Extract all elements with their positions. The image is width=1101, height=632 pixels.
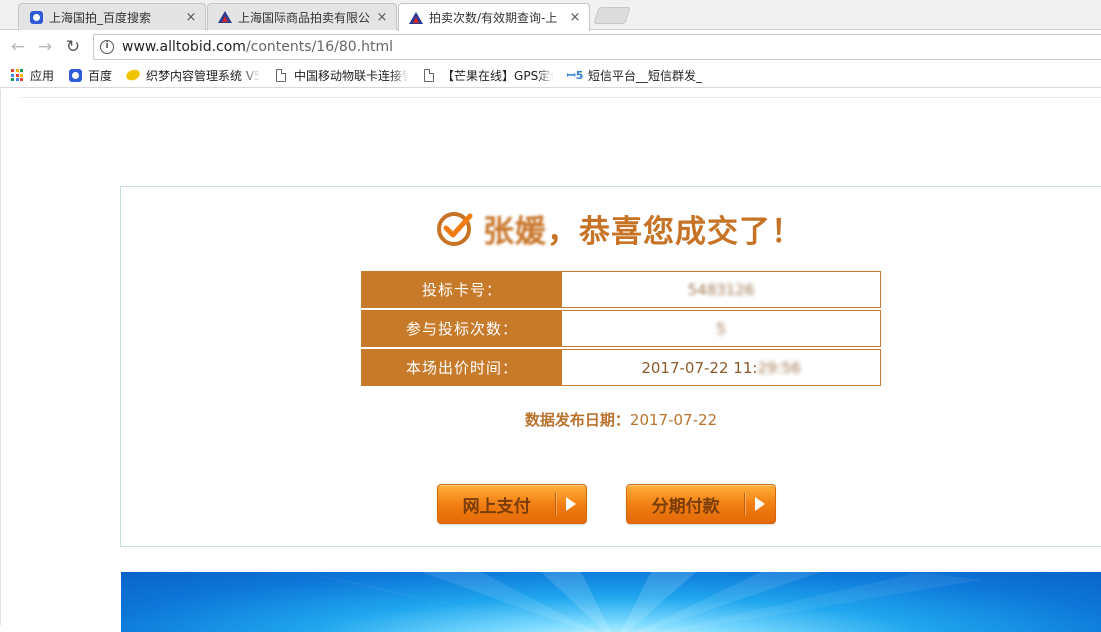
online-pay-button[interactable]: 网上支付 xyxy=(437,484,587,524)
bid-card-value: 54 83126 xyxy=(687,280,755,299)
divider xyxy=(21,97,1101,98)
bid-time-value: 2017-07-22 11: 29:56 xyxy=(641,358,801,377)
installment-button[interactable]: 分期付款 xyxy=(626,484,776,524)
reload-icon[interactable]: ↻ xyxy=(63,37,83,57)
installment-label: 分期付款 xyxy=(651,496,720,517)
bid-count-row: 参与投标次数： 5 xyxy=(361,310,881,347)
url-text[interactable]: www.alltobid.com/contents/16/80.html xyxy=(122,39,393,55)
address-toolbar: ← → ↻ i www.alltobid.com/contents/16/80.… xyxy=(0,31,1101,63)
publish-date: 数据发布日期：2017-07-22 xyxy=(361,409,881,430)
address-bar[interactable]: i www.alltobid.com/contents/16/80.html xyxy=(93,34,1101,60)
promo-banner xyxy=(121,572,1101,632)
tab-auction-query[interactable]: 拍卖次数/有效期查询-上 × xyxy=(398,3,590,31)
close-icon[interactable]: × xyxy=(376,10,388,25)
bookmark-iot-card[interactable]: 中国移动物联卡连接管 xyxy=(274,67,408,84)
online-pay-label: 网上支付 xyxy=(462,496,531,517)
bid-card-row: 投标卡号： 54 83126 xyxy=(361,271,881,308)
baidu-paw-icon xyxy=(68,68,82,82)
alltobid-logo-icon xyxy=(409,11,423,25)
tab-title: 上海国际商品拍卖有限公 xyxy=(238,10,370,25)
back-arrow-icon[interactable]: ← xyxy=(8,37,28,57)
bid-count-value: 5 xyxy=(716,319,726,338)
bookmark-apps[interactable]: 应用 xyxy=(10,67,54,84)
sms-logo-icon: ꟷ5 xyxy=(566,68,584,82)
result-heading: 张媛，恭喜您成交了！ xyxy=(435,205,803,251)
check-circle-icon xyxy=(437,212,473,246)
play-arrow-icon xyxy=(745,485,775,523)
bookmarks-bar: 应用 百度 织梦内容管理系统 V5 中国移动物联卡连接管 【芒果在线】GPS定位… xyxy=(0,63,1101,88)
publish-date-value: 2017-07-22 xyxy=(629,411,718,429)
bid-time-label: 本场出价时间： xyxy=(362,350,562,385)
congrats-text: ，恭喜您成交了！ xyxy=(547,213,803,250)
new-tab-button[interactable] xyxy=(593,7,631,24)
bookmark-mango-gps[interactable]: 【芒果在线】GPS定位 xyxy=(422,67,554,84)
tab-title: 上海国拍_百度搜索 xyxy=(49,10,152,25)
publish-date-label: 数据发布日期： xyxy=(524,411,630,429)
tab-title: 拍卖次数/有效期查询-上 xyxy=(429,11,558,25)
lemon-icon xyxy=(124,67,142,83)
document-icon xyxy=(422,68,436,82)
bookmark-sms-platform[interactable]: ꟷ5 短信平台__短信群发_ xyxy=(566,67,702,84)
tab-strip: 上海国拍_百度搜索 × 上海国际商品拍卖有限公 × 拍卖次数/有效期查询-上 × xyxy=(0,0,1101,31)
baidu-paw-icon xyxy=(29,10,43,24)
bookmark-dedecms[interactable]: 织梦内容管理系统 V5 xyxy=(124,67,260,84)
forward-arrow-icon[interactable]: → xyxy=(35,37,55,57)
site-info-icon[interactable]: i xyxy=(100,40,114,54)
page-content: 张媛，恭喜您成交了！ 投标卡号： 54 83126 参与投标次数： 5 本场出价时… xyxy=(0,89,1101,632)
tab-alltobid-company[interactable]: 上海国际商品拍卖有限公 × xyxy=(207,3,397,30)
play-arrow-icon xyxy=(556,485,586,523)
close-icon[interactable]: × xyxy=(185,10,197,25)
document-icon xyxy=(274,68,288,82)
apps-grid-icon xyxy=(10,68,24,82)
close-icon[interactable]: × xyxy=(569,10,581,25)
winner-name: 张媛 xyxy=(483,213,547,250)
bid-card-label: 投标卡号： xyxy=(362,272,562,307)
tab-baidu-search[interactable]: 上海国拍_百度搜索 × xyxy=(18,3,206,30)
alltobid-logo-icon xyxy=(218,10,232,24)
bid-time-row: 本场出价时间： 2017-07-22 11: 29:56 xyxy=(361,349,881,386)
bid-count-label: 参与投标次数： xyxy=(362,311,562,346)
banner-rays xyxy=(301,572,981,632)
bookmark-baidu[interactable]: 百度 xyxy=(68,67,112,84)
divider xyxy=(0,89,1,625)
